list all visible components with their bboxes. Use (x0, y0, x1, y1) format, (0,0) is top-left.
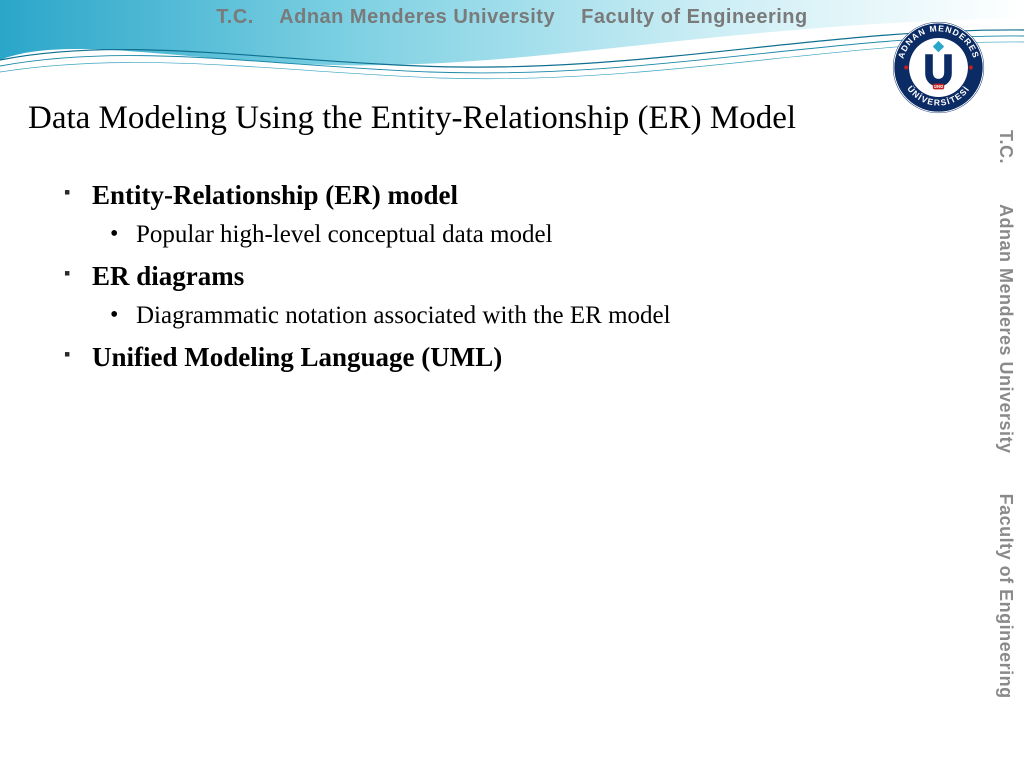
side-tc: T.C. (996, 130, 1016, 164)
bullet-lvl1: ER diagrams (64, 261, 944, 292)
side-university: Adnan Menderes University (996, 204, 1016, 454)
bullet-lvl2: Popular high-level conceptual data model (110, 221, 944, 249)
bullet-lvl1: Unified Modeling Language (UML) (64, 342, 944, 373)
bullet-text: Diagrammatic notation associated with th… (136, 302, 671, 329)
header-text-strip: T.C. Adnan Menderes University Faculty o… (0, 6, 1024, 29)
svg-text:1992: 1992 (934, 84, 944, 89)
side-text-strip: T.C. Adnan Menderes University Faculty o… (990, 130, 1016, 750)
university-seal-icon: ADNAN MENDERES ÜNİVERSİTESİ 1992 (891, 20, 986, 115)
bullet-lvl2: Diagrammatic notation associated with th… (110, 302, 944, 330)
bullet-text: Entity-Relationship (ER) model (92, 180, 458, 210)
bullet-text: ER diagrams (92, 261, 244, 291)
slide-content: Entity-Relationship (ER) model Popular h… (64, 180, 944, 383)
bullet-text: Popular high-level conceptual data model (136, 221, 553, 248)
slide-title: Data Modeling Using the Entity-Relations… (28, 100, 988, 137)
bullet-text: Unified Modeling Language (UML) (92, 342, 502, 372)
header-tc: T.C. (216, 6, 254, 28)
bullet-lvl1: Entity-Relationship (ER) model (64, 180, 944, 211)
side-faculty: Faculty of Engineering (996, 494, 1016, 699)
header-university: Adnan Menderes University (279, 6, 555, 28)
header-faculty: Faculty of Engineering (581, 6, 808, 28)
